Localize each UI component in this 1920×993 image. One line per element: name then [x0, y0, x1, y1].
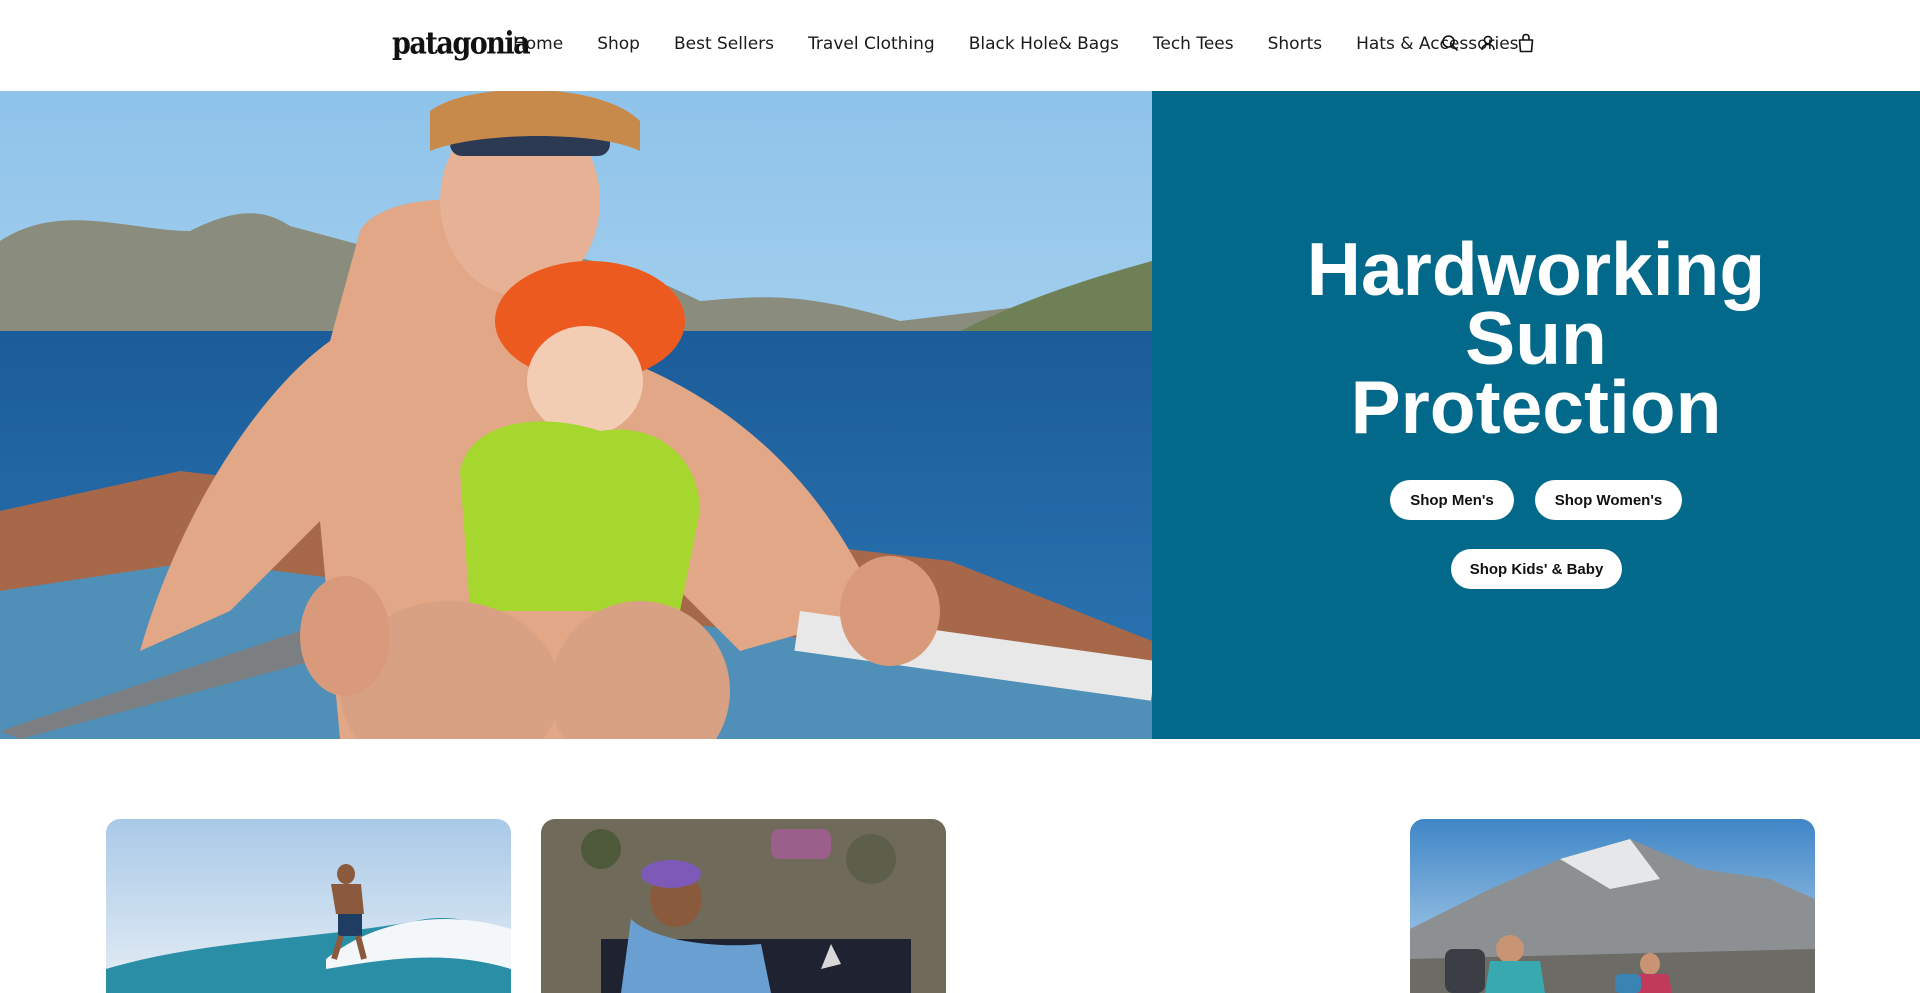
nav-best-sellers[interactable]: Best Sellers: [674, 34, 774, 54]
hero-title-line-2: Sun: [1465, 296, 1607, 380]
hero-title-line-1: Hardworking: [1306, 227, 1766, 311]
shop-womens-button[interactable]: Shop Women's: [1535, 480, 1682, 520]
hero-title: Hardworking Sun Protection: [1152, 227, 1920, 449]
hero-panel: Hardworking Sun Protection Shop Men's Sh…: [1152, 91, 1920, 739]
site-header: patagonia Home Shop Best Sellers Travel …: [0, 0, 1920, 91]
main-nav: Home Shop Best Sellers Travel Clothing B…: [513, 30, 1519, 58]
nav-tech-tees[interactable]: Tech Tees: [1153, 34, 1234, 54]
cart-icon[interactable]: [1516, 33, 1536, 53]
header-icons: [1440, 33, 1536, 53]
nav-home[interactable]: Home: [513, 34, 563, 54]
shop-mens-button[interactable]: Shop Men's: [1390, 480, 1514, 520]
nav-black-hole-bags[interactable]: Black Hole& Bags: [969, 34, 1119, 54]
hero-title-line-3: Protection: [1350, 365, 1722, 449]
patagonia-logo[interactable]: patagonia: [392, 25, 531, 61]
hero-image[interactable]: [0, 91, 1152, 739]
search-icon[interactable]: [1440, 33, 1460, 53]
category-card-hike[interactable]: [1410, 819, 1815, 993]
nav-shorts[interactable]: Shorts: [1268, 34, 1322, 54]
category-card-climb[interactable]: [541, 819, 946, 993]
nav-shop[interactable]: Shop: [597, 34, 640, 54]
category-card-surf[interactable]: [106, 819, 511, 993]
nav-travel-clothing[interactable]: Travel Clothing: [808, 34, 935, 54]
account-icon[interactable]: [1478, 33, 1498, 53]
hero-banner: Hardworking Sun Protection Shop Men's Sh…: [0, 91, 1920, 739]
shop-kids-baby-button[interactable]: Shop Kids' & Baby: [1451, 549, 1622, 589]
logo-text: patagonia: [392, 25, 531, 61]
